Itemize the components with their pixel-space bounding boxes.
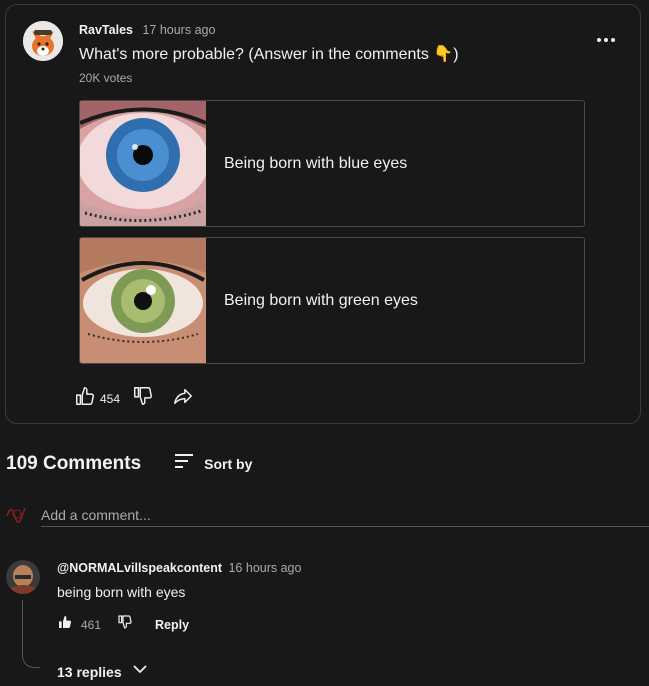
sort-icon	[174, 452, 194, 475]
channel-name[interactable]: RavTales	[79, 23, 133, 37]
post-time[interactable]: 17 hours ago	[142, 23, 215, 37]
comment-actions: 461 Reply	[57, 614, 189, 635]
comments-count: 109 Comments	[6, 452, 142, 474]
post-actions: 454	[74, 385, 194, 412]
comment-author[interactable]: @NORMALvillspeakcontent	[57, 561, 222, 575]
comment-author-line: @NORMALvillspeakcontent 16 hours ago	[57, 561, 301, 575]
comments-header: 109 Comments Sort by	[6, 452, 252, 475]
commenter-avatar[interactable]	[6, 560, 40, 594]
green-eye-image	[80, 238, 206, 363]
like-count: 454	[100, 391, 121, 406]
poll-option-label: Being born with blue eyes	[224, 154, 408, 172]
comment-time[interactable]: 16 hours ago	[228, 561, 301, 575]
thumbs-up-icon	[74, 385, 96, 412]
reply-button[interactable]: Reply	[155, 618, 189, 632]
post-author-line: RavTales 17 hours ago	[79, 23, 215, 37]
user-avatar-icon	[5, 502, 29, 531]
vote-count: 20K votes	[79, 71, 133, 85]
comment-like-button[interactable]	[57, 614, 73, 635]
share-icon	[172, 385, 194, 412]
replies-label: 13 replies	[57, 663, 122, 680]
more-vert-icon[interactable]	[592, 33, 620, 47]
post-title: What's more probable? (Answer in the com…	[79, 46, 459, 63]
sort-by-label: Sort by	[204, 455, 253, 472]
like-button[interactable]: 454	[74, 385, 120, 412]
blue-eye-image	[80, 101, 209, 226]
comment-like-count: 461	[81, 617, 102, 632]
poll-option-blue-eyes[interactable]: Being born with blue eyes	[79, 100, 585, 227]
dislike-button[interactable]	[132, 385, 154, 412]
channel-avatar[interactable]	[23, 21, 63, 61]
share-button[interactable]	[172, 385, 194, 412]
add-comment-input[interactable]	[41, 503, 649, 527]
poll-option-green-eyes[interactable]: Being born with green eyes	[79, 237, 585, 364]
thread-connector	[22, 600, 40, 668]
sort-by-button[interactable]: Sort by	[174, 452, 252, 475]
comment-text: being born with eyes	[57, 584, 186, 600]
thumbs-down-icon	[132, 385, 154, 412]
comment-dislike-button[interactable]	[117, 614, 133, 635]
poll-option-label: Being born with green eyes	[224, 291, 418, 309]
chevron-down-icon	[132, 661, 148, 682]
community-post-card: RavTales 17 hours ago What's more probab…	[5, 4, 641, 424]
view-replies-button[interactable]: 13 replies	[57, 661, 148, 682]
